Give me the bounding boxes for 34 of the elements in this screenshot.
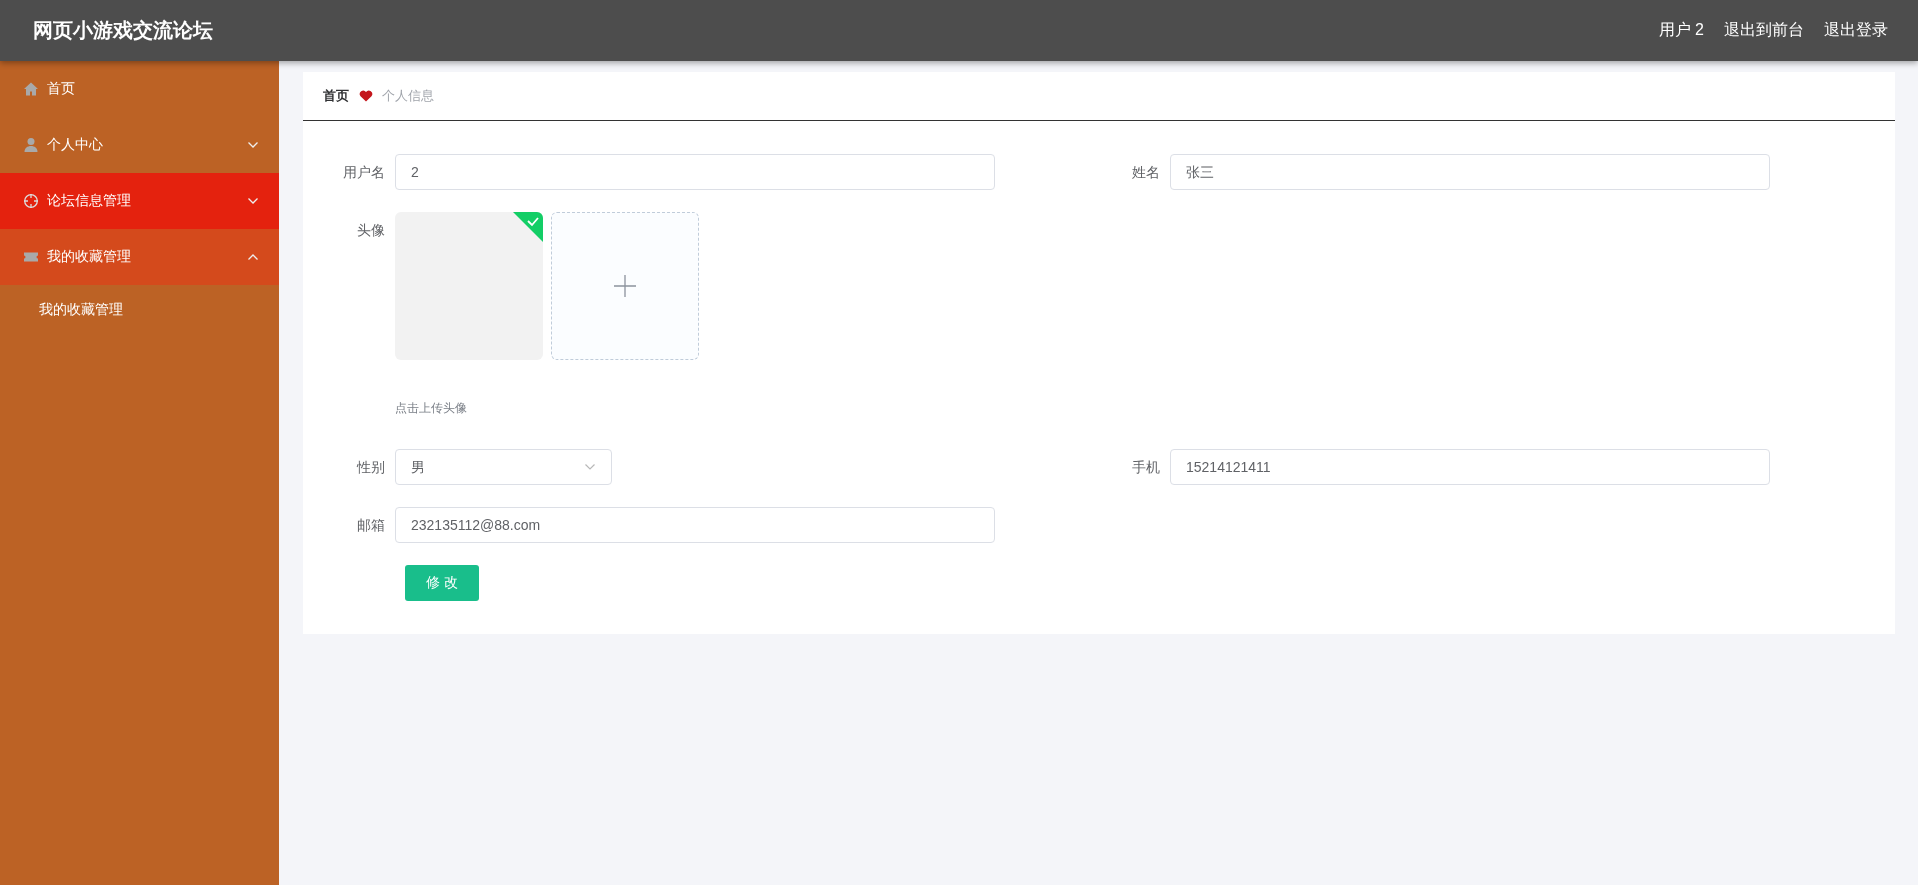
chevron-down-icon: [247, 141, 259, 149]
input-field[interactable]: 232135112@88.com: [395, 507, 995, 543]
select-field[interactable]: 男: [395, 449, 612, 485]
heart-icon: [359, 90, 373, 102]
field-label: 姓名: [1131, 163, 1161, 182]
menu-item[interactable]: 个人中心: [0, 117, 279, 173]
plus-icon: [613, 274, 637, 298]
header-link[interactable]: 退出到前台: [1724, 20, 1804, 41]
chevron-down-icon: [584, 463, 596, 471]
site-title: 网页小游戏交流论坛: [33, 18, 213, 43]
crosshair-icon: [23, 193, 39, 209]
input-field[interactable]: 15214121411: [1170, 449, 1770, 485]
input-field[interactable]: 2: [395, 154, 995, 190]
menu-item[interactable]: 我的收藏管理: [0, 229, 279, 285]
field-label: 手机: [1131, 458, 1161, 477]
field-label: 性别: [355, 458, 386, 477]
field-label: 头像: [356, 221, 386, 240]
field-label: 用户名: [342, 163, 386, 182]
upload-hint: 点击上传头像: [395, 400, 468, 417]
breadcrumb-current: 个人信息: [382, 87, 434, 105]
user-icon: [23, 137, 39, 153]
input-field[interactable]: 张三: [1170, 154, 1770, 190]
home-icon: [23, 81, 39, 97]
upload-button[interactable]: [551, 212, 699, 360]
menu-item[interactable]: 首页: [0, 61, 279, 117]
breadcrumb-link[interactable]: 首页: [323, 87, 349, 105]
menu-item[interactable]: 论坛信息管理: [0, 173, 279, 229]
header-link[interactable]: 退出登录: [1824, 20, 1888, 41]
field-label: 邮箱: [356, 516, 386, 535]
check-badge-icon: [513, 212, 543, 242]
header-link[interactable]: 用户 2: [1658, 20, 1704, 41]
chevron-down-icon: [247, 197, 259, 205]
submenu-item[interactable]: 我的收藏管理: [0, 285, 279, 335]
chevron-up-icon: [247, 253, 259, 261]
